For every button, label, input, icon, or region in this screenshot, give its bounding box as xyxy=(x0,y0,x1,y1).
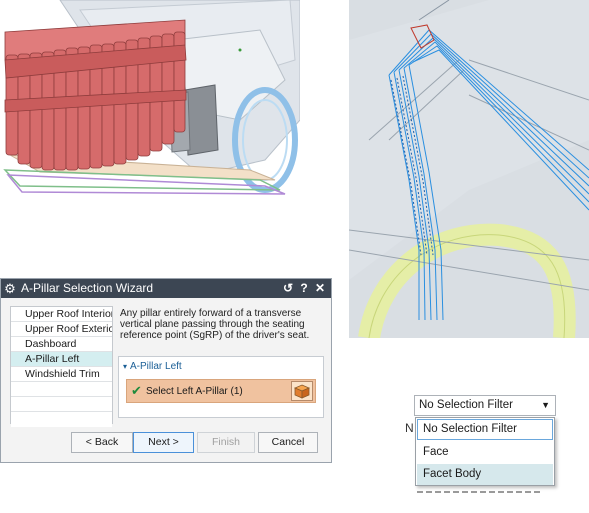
selection-filter-combo[interactable]: No Selection Filter ▼ xyxy=(414,395,556,416)
select-left-a-pillar-label: Select Left A-Pillar (1) xyxy=(146,386,243,397)
filter-option-facet-body[interactable]: Facet Body xyxy=(417,464,553,485)
a-pillar-wizard-dialog: ⚙ A-Pillar Selection Wizard ↺ ? ✕ Upper … xyxy=(0,278,332,463)
wizard-step-list: Upper Roof Interior Upper Roof Exterior … xyxy=(10,306,113,427)
select-object-icon xyxy=(293,384,311,399)
clipped-text-fragment xyxy=(417,491,542,493)
a-pillar-left-group: ▾ A-Pillar Left ✔ Select Left A-Pillar (1… xyxy=(118,356,324,418)
reset-icon[interactable]: ↺ xyxy=(280,279,296,298)
step-item-dashboard[interactable]: Dashboard xyxy=(11,337,112,352)
step-item-empty xyxy=(11,382,112,397)
viewport-seat-model[interactable] xyxy=(0,0,300,200)
group-header[interactable]: ▾ A-Pillar Left xyxy=(123,361,182,372)
step-item-a-pillar-left[interactable]: A-Pillar Left xyxy=(11,352,112,367)
step-item-upper-roof-exterior[interactable]: Upper Roof Exterior xyxy=(11,322,112,337)
seat-model-render xyxy=(3,0,300,195)
step-item-empty xyxy=(11,397,112,412)
filter-option-face[interactable]: Face xyxy=(417,442,553,463)
selection-filter-value: No Selection Filter xyxy=(419,399,513,411)
chevron-down-icon[interactable]: ▼ xyxy=(541,396,550,415)
select-left-a-pillar-row[interactable]: ✔ Select Left A-Pillar (1) xyxy=(126,379,316,403)
wizard-titlebar[interactable]: ⚙ A-Pillar Selection Wizard ↺ ? ✕ xyxy=(1,279,331,298)
finish-button[interactable]: Finish xyxy=(197,432,255,453)
selection-filter-list: No Selection Filter Face Facet Body xyxy=(415,417,555,486)
cancel-button[interactable]: Cancel xyxy=(258,432,318,453)
checkmark-icon: ✔ xyxy=(131,383,142,398)
pillar-wireframe-render xyxy=(349,0,589,338)
step-item-empty xyxy=(11,412,112,427)
group-title: A-Pillar Left xyxy=(130,361,182,372)
wizard-title: A-Pillar Selection Wizard xyxy=(21,281,154,295)
step-item-windshield-trim[interactable]: Windshield Trim xyxy=(11,367,112,382)
background-label-fragment: N xyxy=(405,421,414,435)
step-description: Any pillar entirely forward of a transve… xyxy=(120,308,310,341)
back-button[interactable]: < Back xyxy=(71,432,133,453)
help-icon[interactable]: ? xyxy=(296,279,312,298)
collapse-caret-icon[interactable]: ▾ xyxy=(123,362,127,371)
background-text-fragment xyxy=(412,489,552,497)
close-icon[interactable]: ✕ xyxy=(312,279,328,298)
viewport-pillar-wireframe[interactable] xyxy=(349,0,589,338)
gear-icon[interactable]: ⚙ xyxy=(1,279,19,298)
step-item-upper-roof-interior[interactable]: Upper Roof Interior xyxy=(11,307,112,322)
next-button[interactable]: Next > xyxy=(133,432,194,453)
filter-option-no-selection-filter[interactable]: No Selection Filter xyxy=(417,419,553,440)
select-object-button[interactable] xyxy=(291,381,313,401)
